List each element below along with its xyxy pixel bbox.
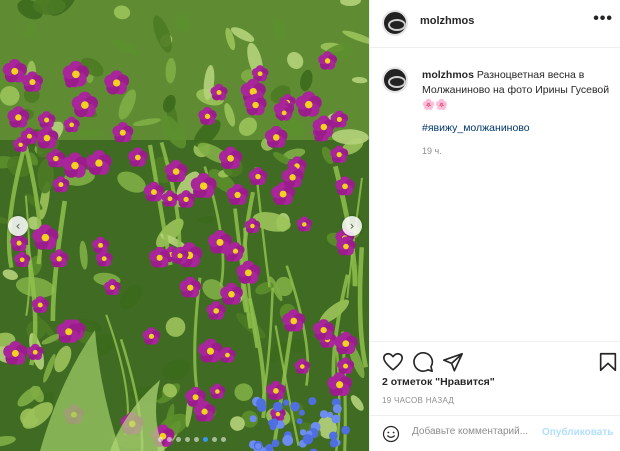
bookmark-icon[interactable] bbox=[597, 351, 619, 373]
avatar[interactable] bbox=[382, 10, 408, 36]
carousel-prev-button[interactable]: ‹ bbox=[8, 216, 28, 236]
post-author-username[interactable]: molzhmos bbox=[420, 15, 474, 27]
chevron-right-icon: › bbox=[349, 219, 355, 233]
publish-button[interactable]: Опубликовать bbox=[542, 427, 613, 438]
instagram-post-view: ‹ › molzhmos ••• molzhmos Разноцветная в… bbox=[0, 0, 620, 451]
carousel-dot bbox=[176, 437, 181, 442]
post-actions-bar bbox=[370, 341, 620, 381]
caption-username[interactable]: molzhmos bbox=[422, 69, 474, 81]
post-photo[interactable]: ‹ › bbox=[0, 0, 369, 451]
carousel-dot bbox=[221, 437, 226, 442]
carousel-dot bbox=[167, 437, 172, 442]
carousel-dot bbox=[158, 437, 163, 442]
carousel-indicator bbox=[158, 437, 226, 442]
caption-avatar[interactable] bbox=[382, 67, 408, 93]
share-icon[interactable] bbox=[442, 351, 464, 373]
carousel-dot bbox=[203, 437, 208, 442]
post-caption: molzhmos Разноцветная весна в Молжанинов… bbox=[422, 68, 612, 113]
likes-count[interactable]: 2 отметок "Нравится" bbox=[382, 376, 495, 388]
comment-icon[interactable] bbox=[412, 351, 434, 373]
post-side-panel: molzhmos ••• molzhmos Разноцветная весна… bbox=[369, 0, 620, 451]
emoji-icon[interactable] bbox=[382, 425, 400, 443]
heart-icon[interactable] bbox=[382, 351, 404, 373]
more-options-button[interactable]: ••• bbox=[593, 10, 613, 28]
comment-input[interactable] bbox=[412, 426, 540, 437]
primrose-photo-image bbox=[0, 0, 369, 451]
add-comment-bar: Опубликовать bbox=[370, 415, 620, 451]
caption-time: 19 ч. bbox=[422, 146, 442, 156]
carousel-next-button[interactable]: › bbox=[342, 216, 362, 236]
post-header: molzhmos ••• bbox=[370, 0, 620, 48]
carousel-dot bbox=[212, 437, 217, 442]
carousel-dot bbox=[185, 437, 190, 442]
carousel-dot bbox=[194, 437, 199, 442]
more-horizontal-icon: ••• bbox=[593, 10, 613, 27]
caption-block: molzhmos Разноцветная весна в Молжанинов… bbox=[370, 48, 620, 341]
post-timestamp[interactable]: 19 ЧАСОВ НАЗАД bbox=[382, 396, 454, 405]
hashtag-link[interactable]: #явижу_молжаниново bbox=[422, 122, 530, 134]
chevron-left-icon: ‹ bbox=[15, 219, 21, 233]
